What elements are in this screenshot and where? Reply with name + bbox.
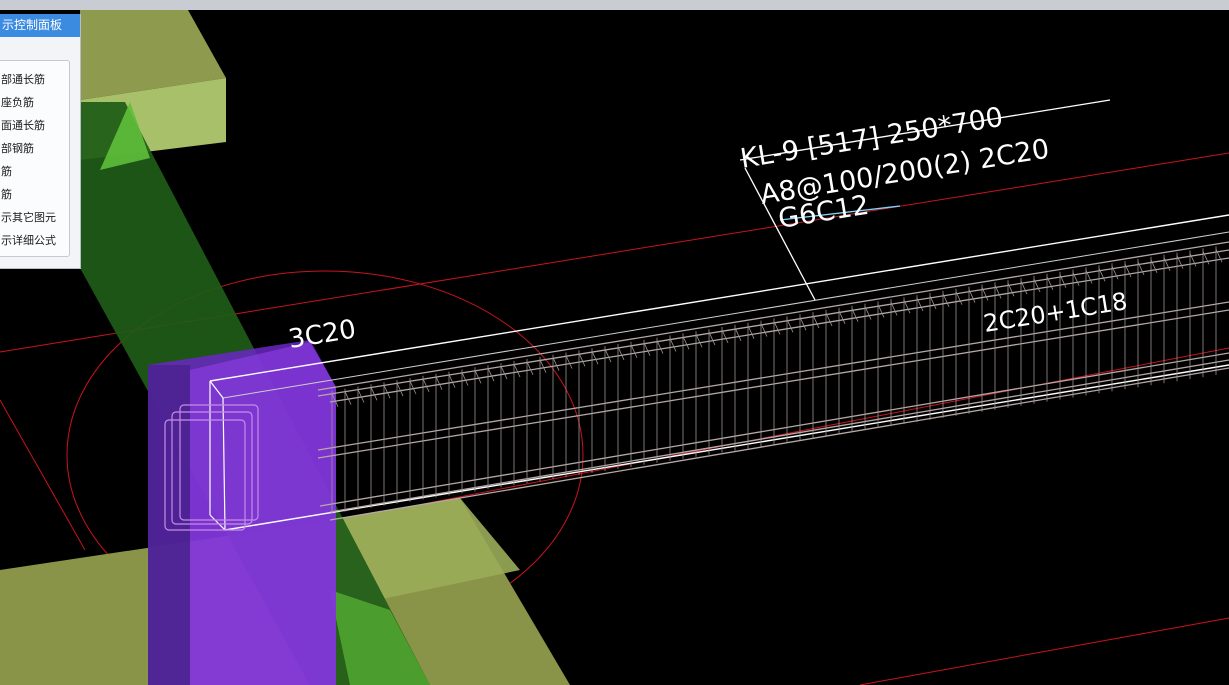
panel-item-rebar-a[interactable]: 筋	[1, 163, 71, 181]
panel-item-side-through-rebar[interactable]: 面通长筋	[1, 117, 71, 135]
support-rebar-label: 3C20	[286, 314, 358, 354]
3d-viewport[interactable]: KL-9 [517] 250*700 A8@100/200(2) 2C20 G6…	[0, 10, 1229, 685]
panel-item-top-through-rebar[interactable]: 部通长筋	[1, 71, 71, 89]
panel-title[interactable]: 示控制面板	[0, 14, 80, 37]
panel-item-group: 部通长筋 座负筋 面通长筋 部钢筋 筋 筋 示其它图元 示详细公式	[0, 60, 70, 257]
3d-scene[interactable]: KL-9 [517] 250*700 A8@100/200(2) 2C20 G6…	[0, 10, 1229, 685]
panel-item-bottom-rebar[interactable]: 部钢筋	[1, 140, 71, 158]
column	[148, 340, 336, 685]
panel-item-support-negative-rebar[interactable]: 座负筋	[1, 94, 71, 112]
panel-item-show-detailed-formula[interactable]: 示详细公式	[1, 232, 71, 250]
display-control-panel[interactable]: 示控制面板 部通长筋 座负筋 面通长筋 部钢筋 筋 筋 示其它图元 示详细公式	[0, 14, 81, 269]
panel-item-show-other-elements[interactable]: 示其它图元	[1, 209, 71, 227]
panel-item-rebar-b[interactable]: 筋	[1, 186, 71, 204]
